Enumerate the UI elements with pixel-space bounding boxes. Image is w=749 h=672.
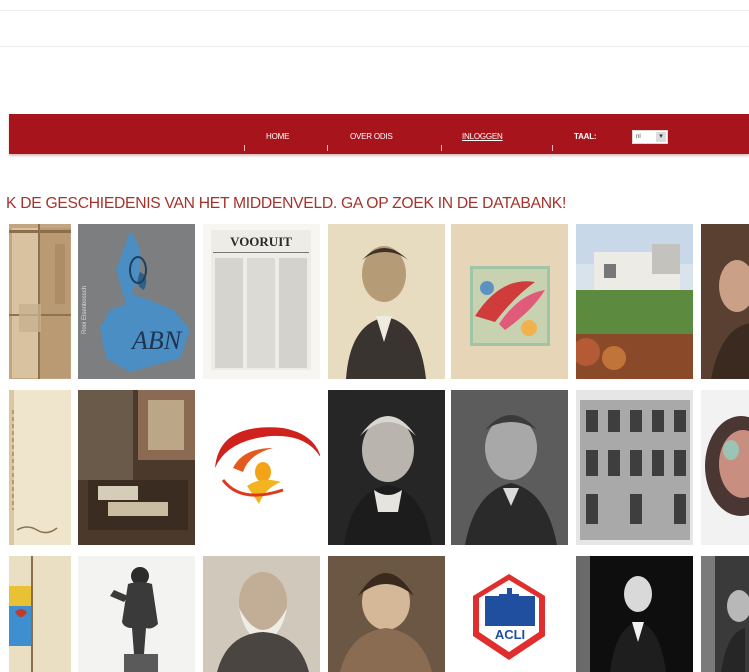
gallery-tile-colorful-artwork[interactable] <box>451 224 568 379</box>
gallery-tile-acli-logo[interactable]: ACLI <box>451 556 568 672</box>
portrait-image <box>328 390 445 545</box>
language-label: TAAL: <box>574 132 597 141</box>
header-rule-mid <box>0 46 749 47</box>
gallery-tile-portrait-man-bw[interactable] <box>451 390 568 545</box>
portrait-image <box>701 390 749 545</box>
nav-about-link[interactable]: OVER ODIS <box>350 131 393 143</box>
nav-login-link[interactable]: INLOGGEN <box>462 131 503 143</box>
page-tagline: K DE GESCHIEDENIS VAN HET MIDDENVELD. GA… <box>6 195 567 212</box>
portrait-image <box>701 224 749 379</box>
gallery-tile-elderly-portrait[interactable] <box>701 224 749 379</box>
gallery-tile-portrait-man-sepia[interactable] <box>328 224 445 379</box>
gallery-tile-logo[interactable] <box>203 390 320 545</box>
newspaper-masthead: VOORUIT <box>230 234 292 249</box>
acli-logo-text: ACLI <box>495 627 525 642</box>
gallery-tile-blue-banner[interactable]: ABN Rooi Elsenbossch <box>78 224 195 379</box>
letter-image <box>9 390 71 545</box>
gallery-tile-statue[interactable] <box>78 556 195 672</box>
gallery-tile-old-document[interactable] <box>9 224 71 379</box>
portrait-image <box>203 556 320 672</box>
gallery-tile-portrait-old-woman[interactable] <box>328 390 445 545</box>
nav-separator <box>441 145 442 151</box>
building-image <box>576 224 693 379</box>
flag-image <box>9 556 71 672</box>
nav-separator <box>327 145 328 151</box>
header-rule-top <box>0 10 749 11</box>
logo-image <box>203 390 320 545</box>
nav-separator <box>552 145 553 151</box>
chevron-down-icon: ▾ <box>656 132 666 142</box>
gallery-tile-partial-figure[interactable] <box>701 556 749 672</box>
gallery-tile-partial-portrait[interactable] <box>701 390 749 545</box>
gallery-tile-street-building[interactable] <box>576 390 693 545</box>
gallery-tile-flag[interactable] <box>9 556 71 672</box>
statue-image <box>78 556 195 672</box>
nav-home-link[interactable]: HOME <box>266 131 289 143</box>
portrait-image <box>328 224 445 379</box>
acli-logo-image: ACLI <box>451 556 568 672</box>
speaker-image <box>576 556 693 672</box>
nav-separator <box>244 145 245 151</box>
newspaper-image: VOORUIT <box>203 224 320 379</box>
old-document-image <box>9 224 71 379</box>
language-select-value: nl <box>636 134 641 140</box>
gallery-tile-handwritten-letter[interactable] <box>9 390 71 545</box>
banner-image: ABN Rooi Elsenbossch <box>78 224 195 379</box>
artwork-image <box>451 224 568 379</box>
gallery-tile-newspaper[interactable]: VOORUIT <box>203 224 320 379</box>
gallery-tile-speaker[interactable] <box>576 556 693 672</box>
portrait-image <box>451 390 568 545</box>
portrait-image <box>328 556 445 672</box>
gallery-tile-modern-building[interactable] <box>576 224 693 379</box>
svg-text:Rooi Elsenbossch: Rooi Elsenbossch <box>82 286 88 334</box>
gallery-tile-portrait-bearded[interactable] <box>203 556 320 672</box>
language-select[interactable]: nl ▾ <box>632 130 668 144</box>
archive-image <box>78 390 195 545</box>
building-image <box>576 390 693 545</box>
banner-text: ABN <box>130 326 183 355</box>
gallery-tile-archive-room[interactable] <box>78 390 195 545</box>
gallery-tile-portrait-woman-sepia[interactable] <box>328 556 445 672</box>
figure-image <box>701 556 749 672</box>
